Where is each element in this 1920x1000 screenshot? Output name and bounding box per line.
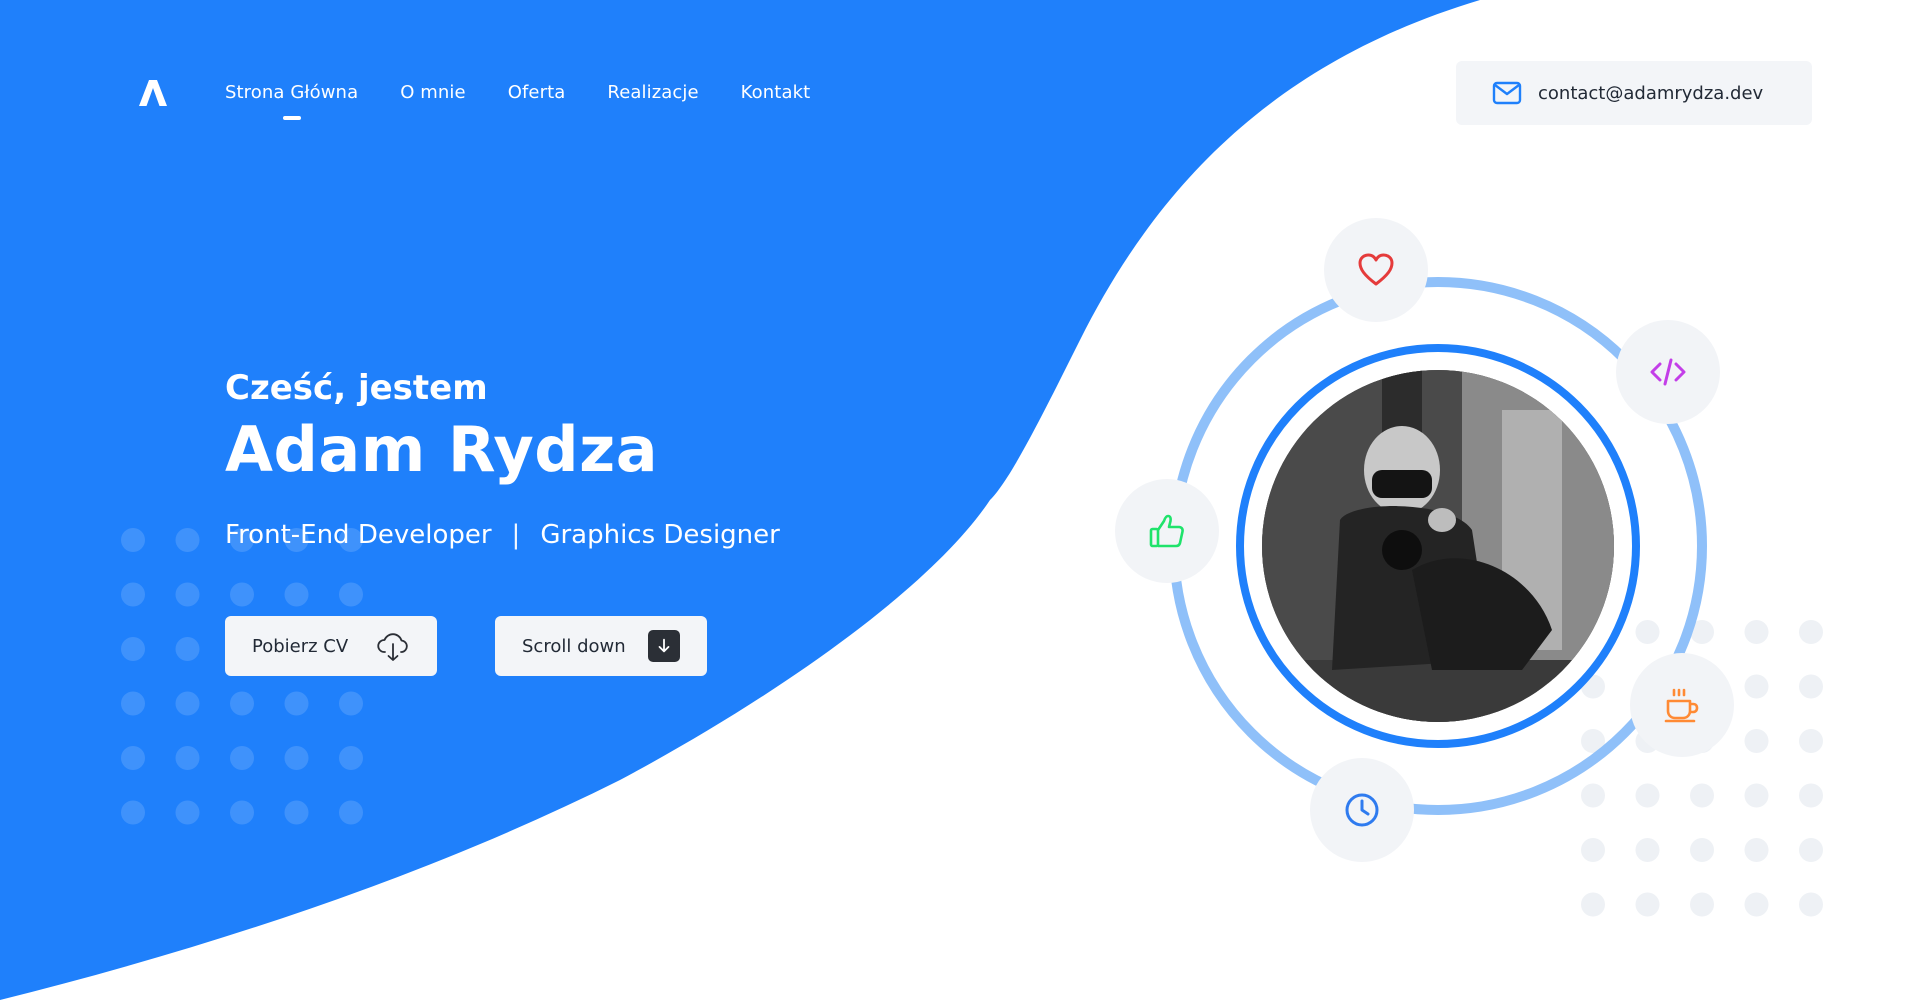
thumbs-up-icon xyxy=(1115,479,1219,583)
coffee-icon xyxy=(1630,653,1734,757)
hero-page: Strona Główna O mnie Oferta Realizacje K… xyxy=(0,0,1920,1000)
profile-photo xyxy=(1262,370,1614,722)
heart-icon xyxy=(1324,218,1428,322)
clock-icon xyxy=(1310,758,1414,862)
code-icon xyxy=(1616,320,1720,424)
